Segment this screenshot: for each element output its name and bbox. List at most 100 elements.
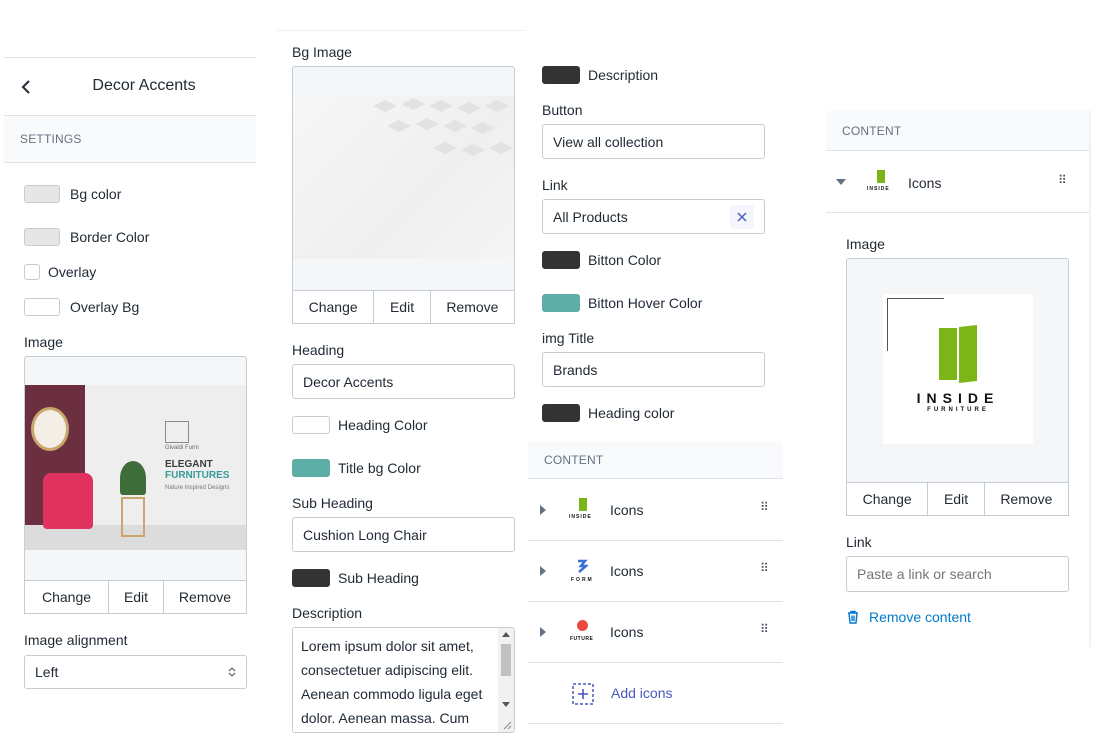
button-hover-color-swatch[interactable] <box>542 294 580 312</box>
button-hover-color-label: Bitton Hover Color <box>588 295 703 311</box>
overlay-label: Overlay <box>48 264 97 280</box>
remove-content-button[interactable]: Remove content <box>846 609 971 625</box>
drag-handle-icon[interactable]: ⠿ <box>760 562 769 574</box>
edit-image-button[interactable]: Edit <box>109 581 164 613</box>
panel4-right-border <box>1089 111 1091 647</box>
overlay-checkbox[interactable] <box>24 264 40 280</box>
collapse-caret-icon[interactable] <box>836 179 846 185</box>
img-title-input[interactable]: Brands <box>542 352 765 387</box>
expand-caret-icon[interactable] <box>540 505 546 515</box>
image-preview: Givaldi Furni ELEGANT FURNITURES Nature … <box>25 385 246 550</box>
sub-heading-color-label: Sub Heading <box>338 570 419 586</box>
drag-handle-icon[interactable]: ⠿ <box>1058 174 1067 186</box>
bg-image-preview <box>293 96 514 259</box>
overlay-bg-label: Overlay Bg <box>70 299 140 315</box>
scrollbar-thumb[interactable] <box>501 644 511 676</box>
title-bg-color-swatch[interactable] <box>292 459 330 477</box>
panel2-top-border <box>276 30 526 31</box>
content-item-icons-2[interactable]: FORM Icons ⠿ <box>528 541 783 602</box>
brand-logo-box <box>165 421 189 443</box>
sub-heading-input[interactable]: Cushion Long Chair <box>292 517 515 552</box>
inside-logo-mark <box>877 170 885 183</box>
heading-input[interactable]: Decor Accents <box>292 364 515 399</box>
button-color-swatch[interactable] <box>542 251 580 269</box>
inside-logo-thumb: INSIDE <box>862 164 898 200</box>
close-icon <box>737 212 747 221</box>
preview-line1: ELEGANT <box>165 459 213 470</box>
bg-color-swatch[interactable] <box>24 185 60 203</box>
description-color-swatch[interactable] <box>542 66 580 84</box>
plant <box>120 461 146 495</box>
content-item-label: Icons <box>610 624 644 640</box>
img-title-label: img Title <box>542 330 595 346</box>
resize-handle-icon[interactable] <box>502 720 512 730</box>
remove-image-button[interactable]: Remove <box>164 581 246 613</box>
drag-handle-icon[interactable]: ⠿ <box>760 501 769 513</box>
button-text-input[interactable]: View all collection <box>542 124 765 159</box>
form-logo-text: FORM <box>571 577 594 583</box>
border-color-swatch[interactable] <box>24 228 60 246</box>
link-label-2: Link <box>846 534 872 550</box>
button-color-label: Bitton Color <box>588 252 662 268</box>
clear-link-button[interactable] <box>730 204 754 229</box>
image-alignment-select[interactable]: Left <box>24 655 247 689</box>
link-input-value: All Products <box>553 208 628 225</box>
heading-label: Heading <box>292 342 345 358</box>
heading-color-swatch[interactable] <box>292 416 330 434</box>
image-label: Image <box>24 334 63 350</box>
content-item-icons-3[interactable]: FUTURE Icons ⠿ <box>528 602 783 663</box>
image-alignment-label: Image alignment <box>24 632 128 648</box>
expand-caret-icon[interactable] <box>540 627 546 637</box>
content-item-icons-1[interactable]: INSIDE Icons ⠿ <box>528 480 783 541</box>
description-scrollbar[interactable] <box>498 628 514 732</box>
logo-main-text: INSIDE <box>916 390 1000 406</box>
content-item-label: Icons <box>610 563 644 579</box>
inside-logo-text: INSIDE <box>569 514 592 520</box>
drag-handle-icon[interactable]: ⠿ <box>760 623 769 635</box>
settings-section-header: SETTINGS <box>4 115 256 163</box>
bg-color-label: Bg color <box>70 186 122 202</box>
logo-corner-line <box>887 298 944 351</box>
inside-logo-mark <box>579 498 587 511</box>
logo-door-right <box>959 325 977 383</box>
content-section-header-2: CONTENT <box>826 111 1090 151</box>
overlay-bg-swatch[interactable] <box>24 298 60 316</box>
heading-color-label-2: Heading color <box>588 405 675 421</box>
description-textarea[interactable]: Lorem ipsum dolor sit amet, consectetuer… <box>292 627 515 733</box>
trash-icon <box>848 610 858 624</box>
logo-image-preview: INSIDE FURNITURE <box>883 294 1033 444</box>
description-color-label: Description <box>588 67 659 83</box>
expanded-content-item[interactable]: INSIDE Icons ⠿ <box>826 152 1090 213</box>
link-search-input[interactable] <box>846 556 1069 592</box>
add-block-icon <box>572 683 594 705</box>
inside-logo-text: INSIDE <box>867 186 890 192</box>
expand-caret-icon[interactable] <box>540 566 546 576</box>
preview-tagline: Nature Inspired Designs <box>165 485 230 491</box>
edit-bg-image-button[interactable]: Edit <box>374 291 431 323</box>
link-input[interactable]: All Products <box>542 199 765 234</box>
logo-image-actions: Change Edit Remove <box>846 482 1069 516</box>
content-section-header: CONTENT <box>528 441 783 479</box>
sub-heading-label: Sub Heading <box>292 495 373 511</box>
preview-line2: FURNITURES <box>165 470 230 481</box>
button-text-value: View all collection <box>553 133 664 150</box>
change-image-button[interactable]: Change <box>25 581 109 613</box>
image-label-2: Image <box>846 236 885 252</box>
heading-color-swatch-2[interactable] <box>542 404 580 422</box>
sub-heading-color-swatch[interactable] <box>292 569 330 587</box>
add-icons-button[interactable]: Add icons <box>528 663 783 724</box>
remove-logo-button[interactable]: Remove <box>985 483 1068 515</box>
link-label: Link <box>542 177 568 193</box>
future-logo-text: FUTURE <box>570 636 594 642</box>
change-logo-button[interactable]: Change <box>847 483 929 515</box>
logo-sub-text: FURNITURE <box>927 407 989 413</box>
change-bg-image-button[interactable]: Change <box>293 291 375 323</box>
form-logo-thumb: FORM <box>564 553 600 589</box>
scroll-up-arrow-icon[interactable] <box>502 632 510 637</box>
image-actions: Change Edit Remove <box>24 580 247 614</box>
scroll-down-arrow-icon[interactable] <box>502 702 510 707</box>
content-item-label: Icons <box>908 175 942 191</box>
edit-logo-button[interactable]: Edit <box>928 483 985 515</box>
image-alignment-value: Left <box>35 664 59 680</box>
remove-bg-image-button[interactable]: Remove <box>431 291 514 323</box>
